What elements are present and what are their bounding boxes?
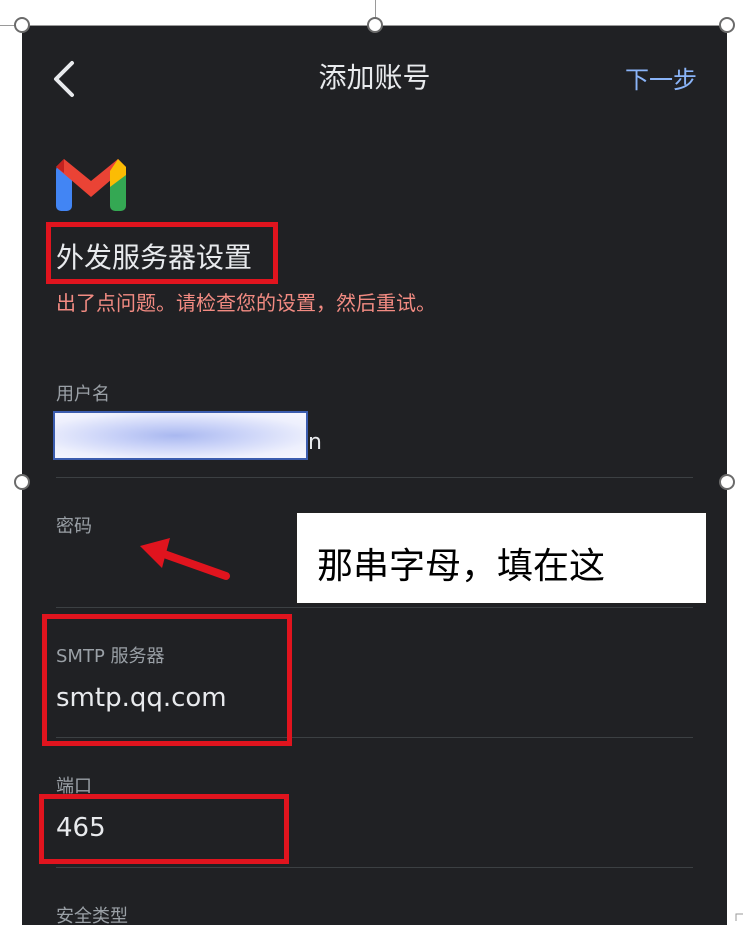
annotation-callout: 那串字母，填在这 bbox=[296, 512, 707, 604]
highlight-port bbox=[39, 794, 289, 864]
username-divider bbox=[56, 477, 693, 478]
error-message: 出了点问题。请检查您的设置，然后重试。 bbox=[56, 291, 436, 315]
username-value-tail: n bbox=[308, 430, 322, 455]
resize-handle-middle-right[interactable] bbox=[719, 474, 735, 490]
corner-mark-icon bbox=[735, 913, 743, 921]
security-type-label: 安全类型 bbox=[56, 906, 128, 925]
password-label: 密码 bbox=[56, 516, 92, 537]
phone-screen: 添加账号 下一步 外发服务器设置 出了点问题。请检查您的设置，然后重试。 用户名… bbox=[22, 26, 727, 925]
password-divider bbox=[56, 607, 693, 608]
resize-handle-top-center[interactable] bbox=[367, 17, 383, 33]
username-label: 用户名 bbox=[56, 384, 110, 405]
red-arrow-icon bbox=[140, 538, 230, 580]
page-title: 添加账号 bbox=[318, 61, 431, 94]
highlight-section-title bbox=[46, 222, 278, 284]
resize-handle-top-right[interactable] bbox=[719, 17, 735, 33]
highlight-smtp bbox=[42, 614, 292, 746]
resize-handle-middle-left[interactable] bbox=[14, 474, 30, 490]
resize-handle-top-left[interactable] bbox=[14, 17, 30, 33]
next-button[interactable]: 下一步 bbox=[625, 60, 697, 95]
top-app-bar: 添加账号 下一步 bbox=[22, 26, 727, 122]
annotation-callout-text: 那串字母，填在这 bbox=[317, 546, 606, 587]
gmail-logo bbox=[56, 159, 126, 211]
port-divider bbox=[56, 867, 693, 868]
redacted-username bbox=[53, 411, 308, 460]
